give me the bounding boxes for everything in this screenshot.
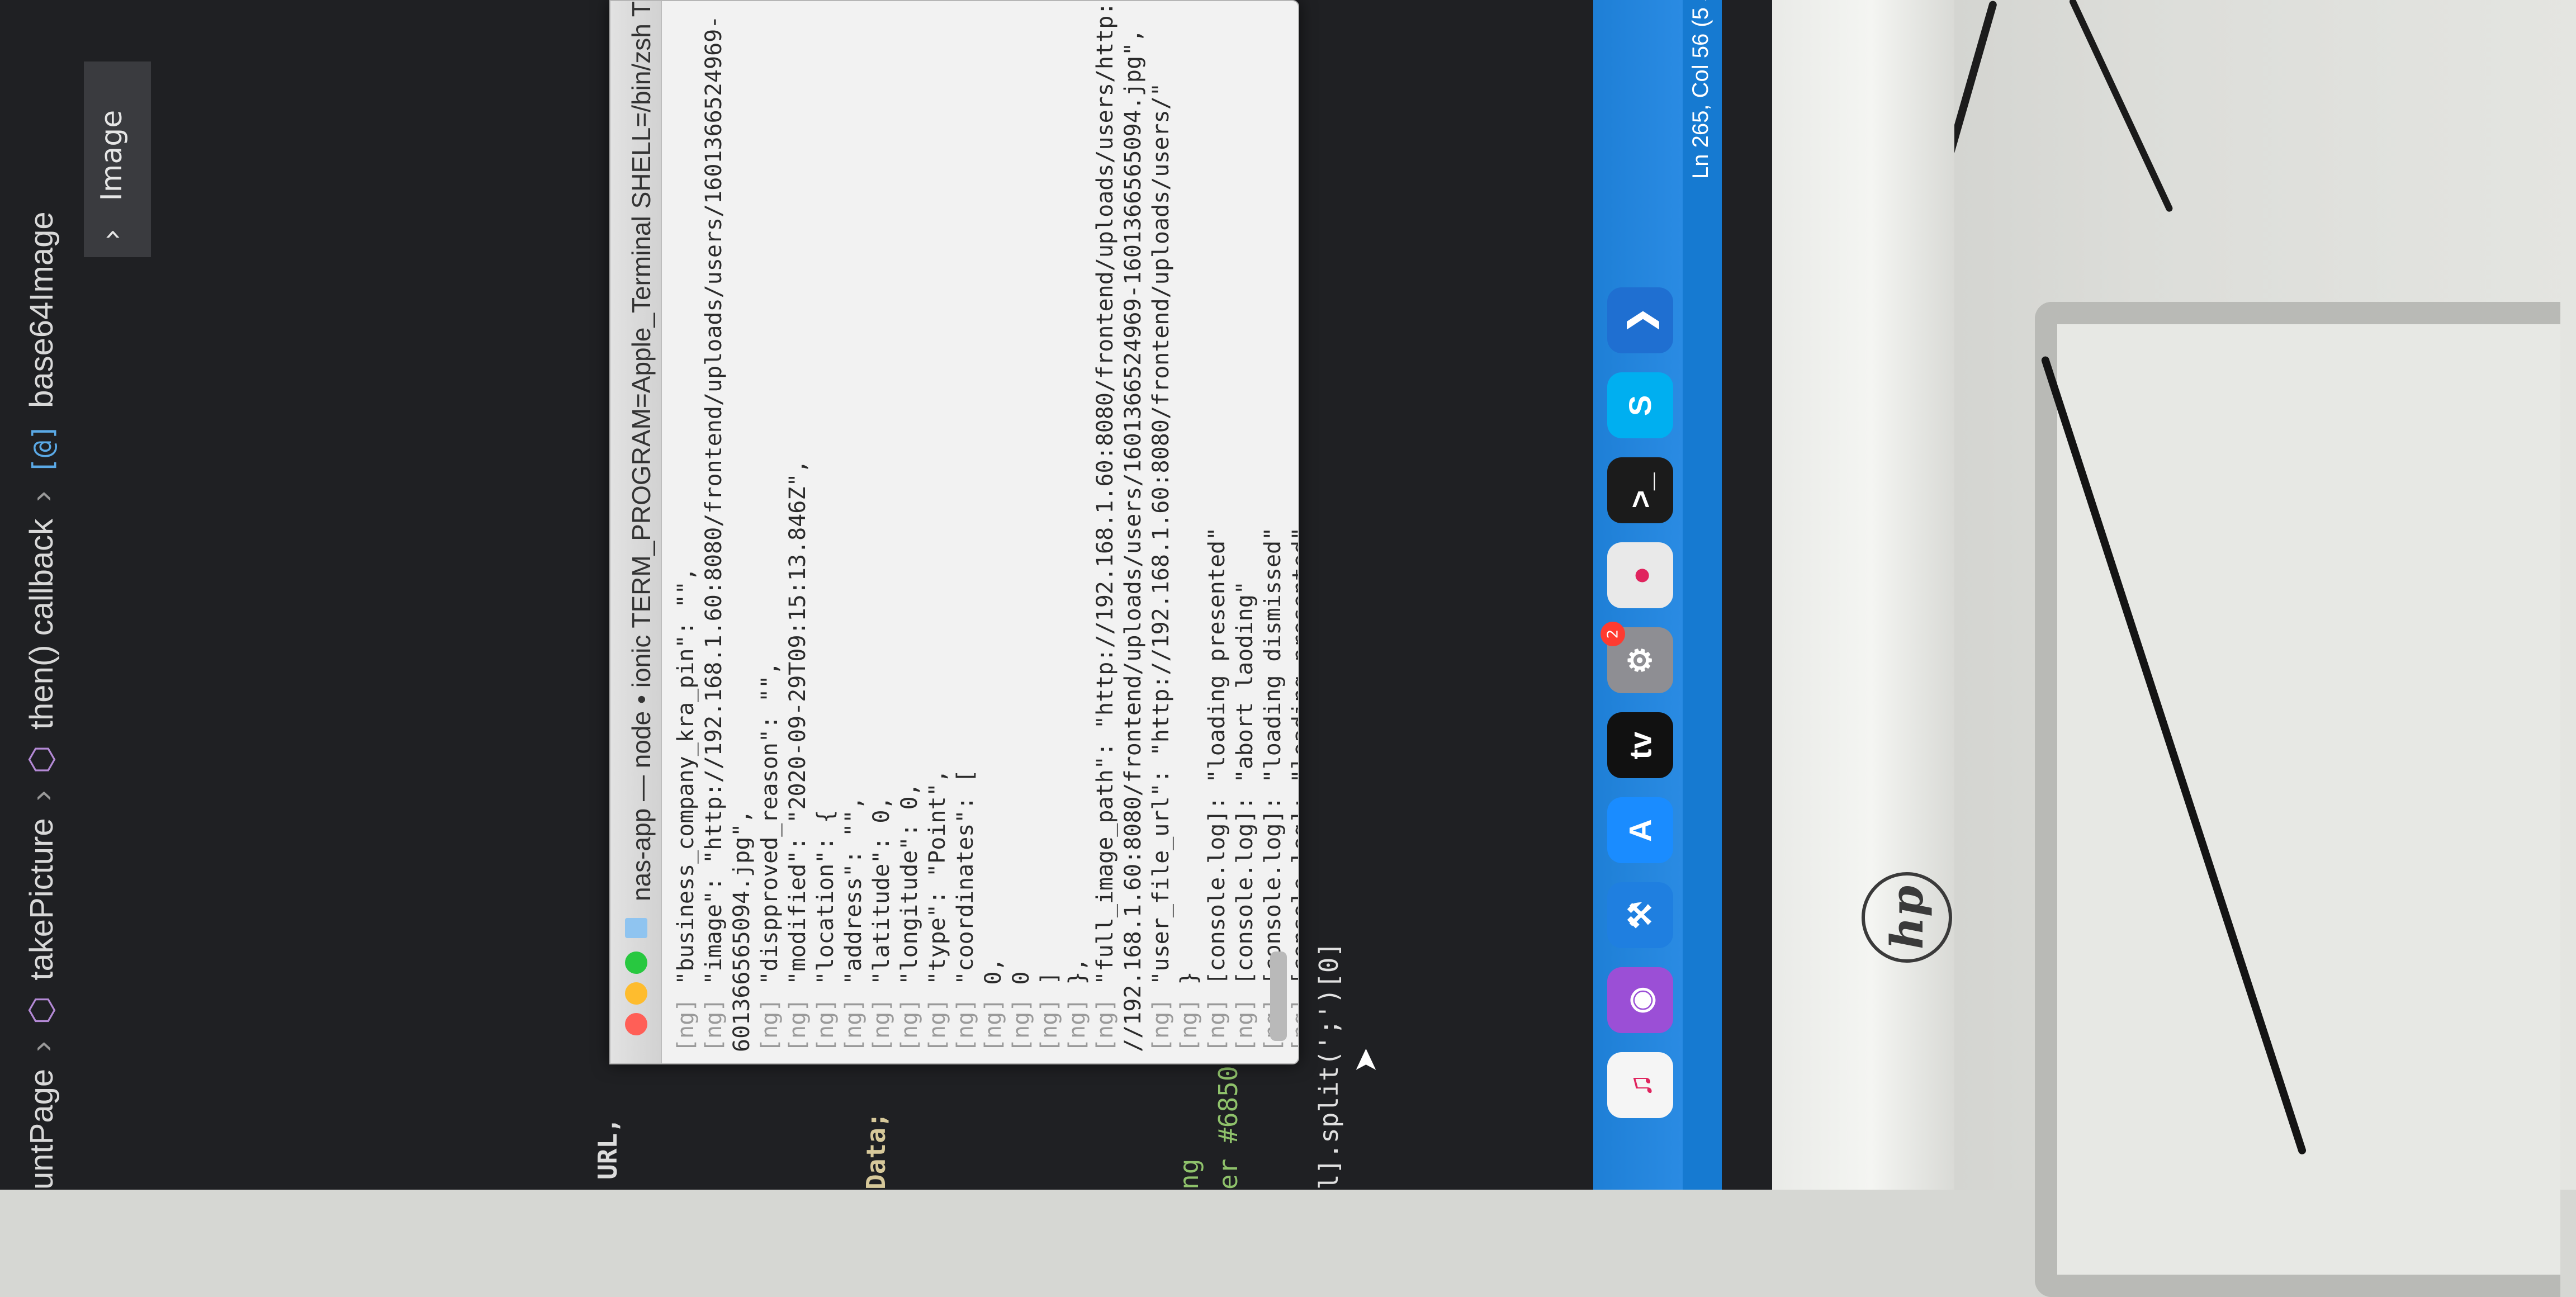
terminal-line: [ng] "coordinates": [ xyxy=(953,769,978,1052)
terminal-line: [ng] "address": "", xyxy=(841,796,866,1052)
code-line: Data; xyxy=(861,1112,891,1190)
terminal-line: [ng] "type": "Point", xyxy=(925,769,950,1052)
system-preferences-icon[interactable]: ⚙ 2 xyxy=(1600,622,1673,693)
chevron-right-icon: › xyxy=(23,1041,60,1052)
method-icon: ⬡ xyxy=(23,996,60,1025)
terminal-line: [ng] 0 xyxy=(1008,971,1034,1053)
music-icon[interactable]: ♫ xyxy=(1607,1052,1673,1118)
terminal-line: [ng] [console.log]: "loading presented" xyxy=(1204,527,1230,1052)
podcasts-icon[interactable]: ◉ xyxy=(1607,967,1673,1033)
chrome-icon[interactable]: ● xyxy=(1607,542,1673,608)
apple-tv-icon[interactable]: tv xyxy=(1607,712,1673,778)
terminal-line: [ng] [console.log]: "loading dismissed" xyxy=(1260,527,1286,1052)
peek-widget[interactable]: › Image xyxy=(84,61,151,257)
code-line: l].split(';')[0] xyxy=(1314,941,1344,1190)
screen: untPage › ⬡ takePicture › ⬡ then() callb… xyxy=(0,0,1772,1190)
hp-logo: hp xyxy=(1862,872,1952,963)
terminal-line: [ng] "location": { xyxy=(813,810,839,1052)
terminal-line: [ng] "dispproved_reason": "", xyxy=(757,661,783,1052)
skype-icon[interactable]: S xyxy=(1607,372,1673,438)
cursor-position[interactable]: Ln 265, Col 56 (5 sel xyxy=(1688,0,1713,179)
terminal-output[interactable]: [ng] "business_company_kra_pin": "", [ng… xyxy=(672,2,1299,1053)
method-icon: ⬡ xyxy=(23,745,60,774)
photo-scene: hp untPage › ⬡ takePicture › ⬡ then() ca… xyxy=(0,0,2576,1297)
folder-icon xyxy=(625,918,647,938)
terminal-titlebar[interactable]: nas-app — node • ionic TERM_PROGRAM=Appl… xyxy=(610,1,662,1063)
notification-badge: 2 xyxy=(1600,622,1625,646)
code-line: ng xyxy=(1174,1158,1204,1190)
minimize-button[interactable] xyxy=(625,982,647,1005)
chevron-right-icon: › xyxy=(23,491,60,502)
terminal-line: [ng] "business_company_kra_pin": "", xyxy=(673,567,699,1052)
close-button[interactable] xyxy=(625,1013,647,1035)
xcode-icon[interactable]: ⚒ xyxy=(1607,882,1673,948)
terminal-line: [ng] }, xyxy=(1064,958,1090,1052)
terminal-line: [ng] "user_file_url": "http://192.168.1.… xyxy=(1148,83,1174,1052)
terminal-line: [ng] 0, xyxy=(981,958,1006,1052)
terminal-line: [ng] ] xyxy=(1036,971,1062,1053)
chevron-right-icon: › xyxy=(23,790,60,802)
mouse-pointer-icon: ➤ xyxy=(1347,1047,1384,1073)
terminal-line: //192.168.1.60:8080/frontend/uploads/use… xyxy=(1120,29,1146,1052)
terminal-line: [ng] "modified": "2020-09-29T09:15:13.84… xyxy=(785,460,811,1052)
terminal-line: [ng] [console.log]: "abort laoding" xyxy=(1232,581,1258,1052)
chevron-right-icon: › xyxy=(95,210,129,240)
zoom-button[interactable] xyxy=(625,952,647,974)
variable-icon: [@] xyxy=(27,424,59,475)
scrollbar[interactable] xyxy=(1270,952,1287,1041)
app-store-icon[interactable]: A xyxy=(1607,797,1673,863)
terminal-line: 601366565094.jpg", xyxy=(729,810,755,1052)
terminal-line: [ng] "image": "http://192.168.1.60:8080/… xyxy=(701,15,727,1052)
peek-label: Image xyxy=(95,110,129,201)
terminal-line: [ng] } xyxy=(1176,971,1202,1053)
code-line: URL, xyxy=(593,1118,623,1180)
terminal-line: [ng] "longitude": 0, xyxy=(897,783,922,1052)
terminal-line: [ng] [console.log]: "loading presented" xyxy=(1288,527,1299,1052)
vscode-icon[interactable]: ❯ xyxy=(1607,287,1673,353)
terminal-title: nas-app — node • ionic TERM_PROGRAM=Appl… xyxy=(627,0,656,901)
breadcrumb-item[interactable]: then() callback xyxy=(23,519,60,730)
breadcrumb-item[interactable]: base64Image xyxy=(23,211,60,408)
breadcrumb: untPage › ⬡ takePicture › ⬡ then() callb… xyxy=(22,211,60,1190)
monitor-bezel xyxy=(1767,0,1954,1190)
terminal-icon[interactable]: >_ xyxy=(1607,457,1673,523)
terminal-window[interactable]: nas-app — node • ionic TERM_PROGRAM=Appl… xyxy=(609,0,1299,1064)
breadcrumb-item[interactable]: untPage xyxy=(23,1069,60,1190)
breadcrumb-item[interactable]: takePicture xyxy=(23,818,60,980)
terminal-line: [ng] "full_image_path": "http://192.168.… xyxy=(1092,2,1118,1052)
terminal-line: [ng] "latitude": 0, xyxy=(869,796,894,1052)
